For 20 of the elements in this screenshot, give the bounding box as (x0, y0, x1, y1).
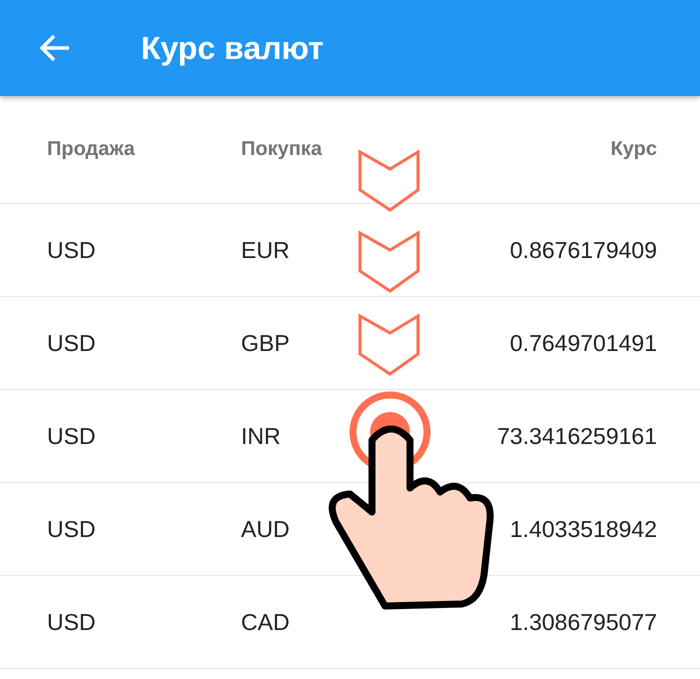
table-cell-text: 0.7649701491 (508, 330, 657, 356)
table-cell-text: INR (241, 422, 282, 450)
table-cell-text: CAD (241, 608, 291, 636)
table-cell-text: 0.8676179409 (508, 236, 657, 264)
table-cell-text: USD (47, 422, 97, 450)
table-cell-text: EUR (241, 236, 291, 264)
table-cell-text: USD (47, 608, 97, 636)
table-cell-text: AUD (241, 516, 291, 542)
column-header: Покупка (241, 138, 324, 161)
table-cell-text: 1.3086795077 (508, 608, 657, 636)
screen-title: Курс валют (141, 30, 324, 66)
table-cell-text: USD (47, 516, 97, 542)
column-header: Продажа (47, 138, 136, 161)
table-cell-text: 1.4033518942 (508, 516, 657, 542)
table-cell-text: USD (47, 236, 97, 264)
table-cell-text: GBP (241, 330, 291, 356)
table-cell-text: 73.3416259161 (496, 422, 657, 450)
column-header: Курс (610, 138, 657, 161)
back-arrow-icon[interactable] (39, 34, 71, 62)
table-cell-text: USD (47, 330, 97, 356)
